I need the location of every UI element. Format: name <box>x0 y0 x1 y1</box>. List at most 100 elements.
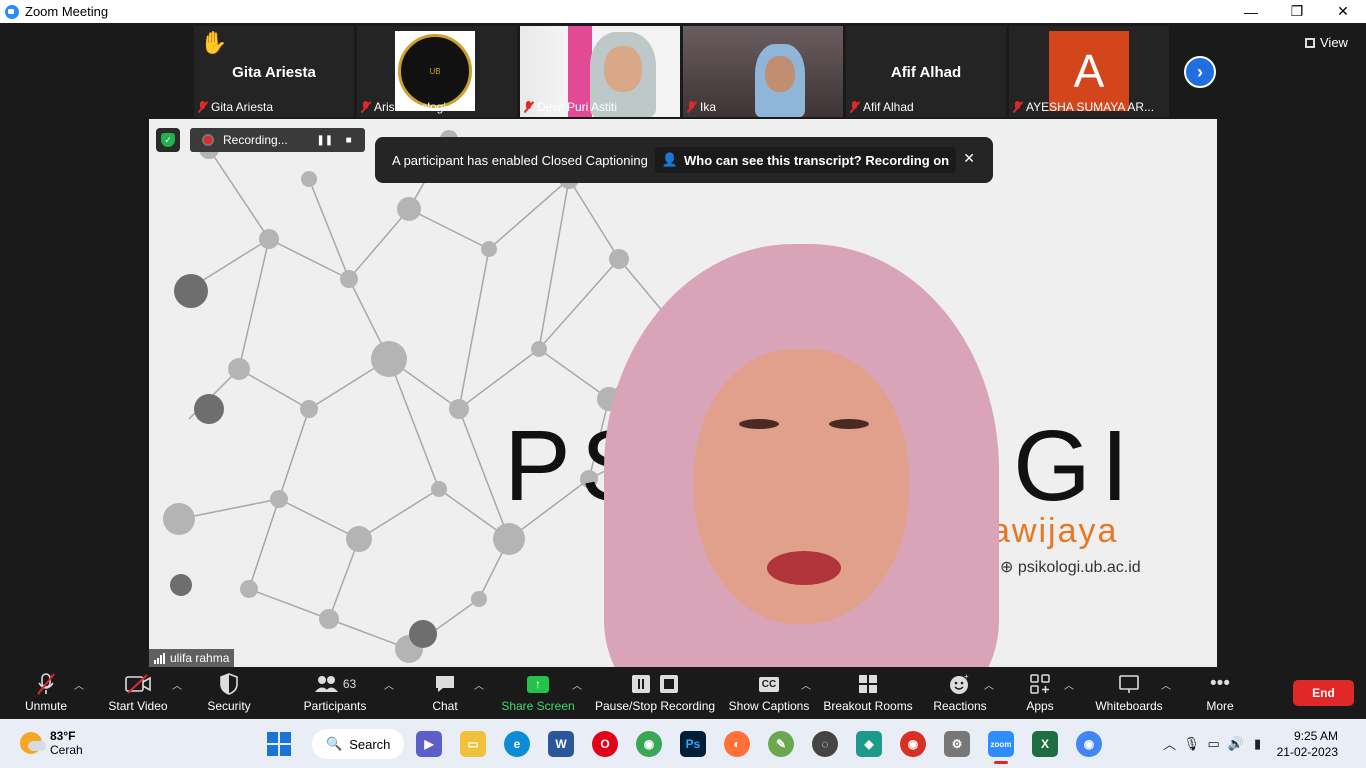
chevron-up-icon[interactable]: ︿ <box>1159 734 1181 753</box>
minimize-button[interactable]: — <box>1228 0 1274 23</box>
edge-browser-icon[interactable]: e <box>504 731 530 757</box>
participant-strip: ✋ Gita Ariesta Gita Ariesta UB Aris Psik… <box>0 23 1366 119</box>
encryption-shield-icon[interactable]: ✓ <box>156 128 180 152</box>
mic-muted-icon <box>524 101 533 113</box>
clock-date: 21-02-2023 <box>1276 744 1338 759</box>
pause-stop-recording-button[interactable]: Pause/Stop Recording <box>595 671 715 719</box>
participant-label: Ika <box>687 100 716 114</box>
view-button[interactable]: View <box>1305 35 1348 50</box>
participant-display-name: Afif Alhad <box>890 64 962 81</box>
filmora-icon[interactable]: ◆ <box>856 731 882 757</box>
speaker-name-tag: ulifa rahma <box>149 649 235 667</box>
university-logo: UB <box>395 31 475 111</box>
participant-tile[interactable]: A AYESHA SUMAYA AR... <box>1009 26 1169 117</box>
security-button[interactable]: Security <box>207 671 251 719</box>
weather-temp: 83°F <box>50 729 76 743</box>
unmute-button[interactable]: Unmute <box>24 671 68 719</box>
excel-icon[interactable]: X <box>1032 731 1058 757</box>
zoom-taskbar-icon[interactable]: zoom <box>988 731 1014 757</box>
network-icon[interactable]: ▭ <box>1203 736 1225 752</box>
end-meeting-button[interactable]: End <box>1293 680 1354 706</box>
participant-tile[interactable]: ✋ Gita Ariesta Gita Ariesta <box>194 26 354 117</box>
participant-tile[interactable]: Afif Alhad Afif Alhad <box>846 26 1006 117</box>
participant-tile[interactable]: Ika <box>683 26 843 117</box>
weather-widget[interactable]: 83°F Cerah <box>20 729 83 757</box>
microphone-icon[interactable]: 🎙 <box>1181 736 1203 752</box>
windows-start-icon[interactable] <box>266 731 292 757</box>
chat-bubble-icon <box>434 671 456 697</box>
window-title: Zoom Meeting <box>25 4 109 19</box>
person-info-icon: 👤 <box>661 152 679 167</box>
participant-tile[interactable]: UB Aris Psikologi <box>357 26 517 117</box>
volume-icon[interactable]: 🔊 <box>1225 736 1247 752</box>
battery-icon[interactable]: ▮ <box>1247 736 1269 752</box>
app-leaf-icon[interactable]: ✎ <box>768 731 794 757</box>
next-page-button[interactable]: › <box>1184 56 1216 88</box>
reactions-options-caret[interactable]: ︿ <box>984 677 994 692</box>
reactions-button[interactable]: + Reactions <box>933 671 986 719</box>
apps-icon <box>1030 671 1050 697</box>
word-icon[interactable]: W <box>548 731 574 757</box>
participants-button[interactable]: 63 Participants <box>304 671 366 719</box>
more-button[interactable]: ••• More <box>1206 671 1234 719</box>
participant-tile[interactable]: Dewi Puri Astiti <box>520 26 680 117</box>
video-options-caret[interactable]: ︿ <box>172 677 182 692</box>
audio-options-caret[interactable]: ︿ <box>74 677 84 692</box>
captions-options-caret[interactable]: ︿ <box>801 677 811 692</box>
people-icon: 63 <box>314 671 356 697</box>
seal-icon: UB <box>398 34 472 108</box>
view-grid-icon <box>1305 37 1315 48</box>
photoshop-icon[interactable]: Ps <box>680 731 706 757</box>
chat-options-caret[interactable]: ︿ <box>474 677 484 692</box>
whiteboards-button[interactable]: Whiteboards <box>1095 671 1163 719</box>
windows-taskbar: 83°F Cerah 🔍 Search ▶ ▭ e W O ◉ Ps ◐ ✎ ◌ … <box>0 719 1366 768</box>
share-screen-button[interactable]: ↑ Share Screen <box>501 671 575 719</box>
start-video-button[interactable]: Start Video <box>108 671 168 719</box>
apps-options-caret[interactable]: ︿ <box>1064 677 1074 692</box>
close-window-button[interactable]: ✕ <box>1320 0 1366 23</box>
maximize-button[interactable]: ❐ <box>1274 0 1320 23</box>
more-dots-icon: ••• <box>1210 673 1230 694</box>
opera-icon[interactable]: O <box>592 731 618 757</box>
weather-sun-icon <box>20 732 46 754</box>
chrome-profile-icon[interactable]: ◉ <box>900 731 926 757</box>
whiteboards-options-caret[interactable]: ︿ <box>1161 677 1171 692</box>
apps-button[interactable]: Apps <box>1026 671 1054 719</box>
avatar: A <box>1049 31 1129 111</box>
record-dot-icon <box>202 134 214 146</box>
teams-chat-icon[interactable]: ▶ <box>416 731 442 757</box>
raised-hand-icon: ✋ <box>200 30 228 55</box>
mic-muted-icon <box>687 101 696 113</box>
cc-transcript-link[interactable]: 👤 Who can see this transcript? Recording… <box>654 147 957 173</box>
pause-stop-icon <box>632 675 678 693</box>
stop-recording-icon[interactable]: ■ <box>342 133 356 147</box>
pause-recording-icon[interactable]: ❚❚ <box>316 133 333 147</box>
firefox-icon[interactable]: ◐ <box>724 731 750 757</box>
utility-app-icon[interactable]: ⚙ <box>944 731 970 757</box>
participant-label: Gita Ariesta <box>198 100 273 114</box>
search-icon: 🔍 <box>326 736 343 751</box>
mic-muted-icon <box>198 101 207 113</box>
obs-icon[interactable]: ◌ <box>812 731 838 757</box>
taskbar-search[interactable]: 🔍 Search <box>312 729 404 759</box>
shield-icon <box>220 671 238 697</box>
window-controls: — ❐ ✕ <box>1228 0 1366 23</box>
chrome-icon[interactable]: ◉ <box>636 731 662 757</box>
show-captions-button[interactable]: CC Show Captions <box>729 671 809 719</box>
chrome-alt-icon[interactable]: ◉ <box>1076 731 1102 757</box>
file-explorer-icon[interactable]: ▭ <box>460 731 486 757</box>
participant-label: Dewi Puri Astiti <box>524 100 617 114</box>
speaker-eye <box>739 419 779 429</box>
share-options-caret[interactable]: ︿ <box>572 677 582 692</box>
mic-muted-icon <box>361 101 370 113</box>
system-clock[interactable]: 9:25 AM 21-02-2023 <box>1277 728 1338 760</box>
chat-button[interactable]: Chat <box>432 671 458 719</box>
active-app-indicator <box>994 761 1008 764</box>
zoom-app-icon <box>5 4 19 19</box>
close-banner-button[interactable]: ✕ <box>963 150 975 167</box>
recording-indicator: Recording... ❚❚ ■ <box>190 128 365 152</box>
participants-options-caret[interactable]: ︿ <box>384 677 394 692</box>
share-arrow-icon: ↑ <box>527 675 549 693</box>
breakout-rooms-button[interactable]: Breakout Rooms <box>823 671 913 719</box>
participant-label: Aris Psikologi <box>361 100 446 114</box>
